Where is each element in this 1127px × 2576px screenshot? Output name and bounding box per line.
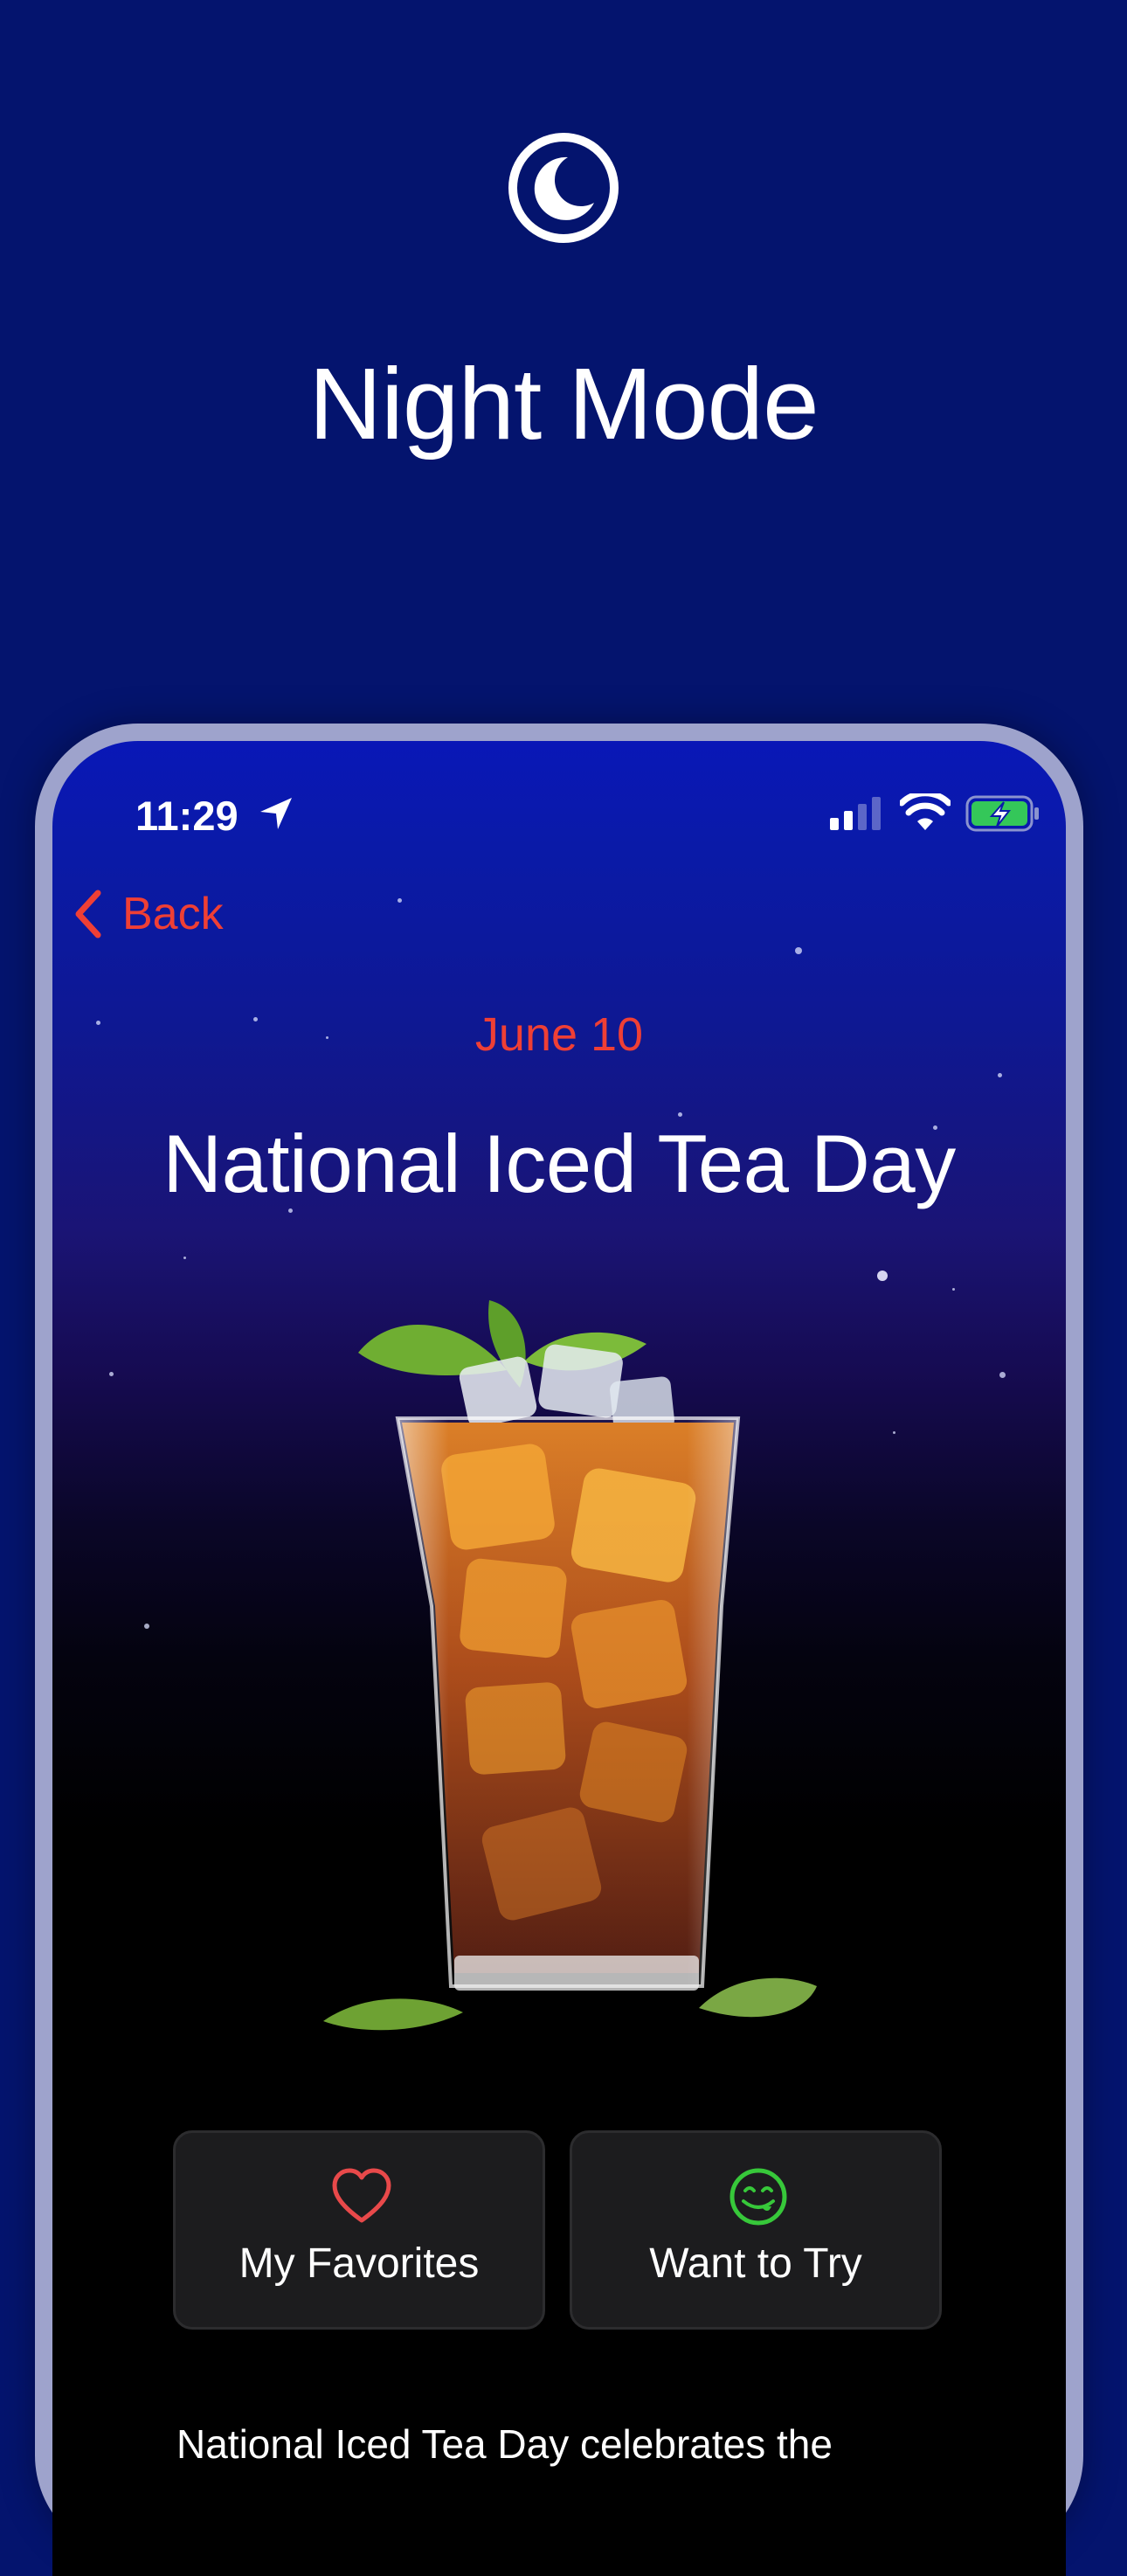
day-title: National Iced Tea Day bbox=[162, 1118, 956, 1209]
status-time: 11:29 bbox=[135, 793, 239, 839]
phone-frame: 11:29 Back June 10 National Iced Tea Day… bbox=[35, 724, 1083, 2576]
moon-icon bbox=[508, 133, 619, 243]
heart-icon bbox=[332, 2168, 391, 2223]
my-favorites-label: My Favorites bbox=[239, 2240, 480, 2287]
promo-headline: Night Mode bbox=[308, 347, 819, 460]
yum-face-icon bbox=[729, 2168, 787, 2226]
iced-tea-image bbox=[323, 1300, 817, 2031]
star bbox=[999, 1372, 1006, 1378]
back-button[interactable]: Back bbox=[70, 881, 224, 947]
want-to-try-button[interactable]: Want to Try bbox=[570, 2130, 942, 2330]
battery-charging-icon bbox=[965, 795, 1039, 832]
star bbox=[893, 1431, 895, 1434]
star bbox=[109, 1372, 114, 1376]
star bbox=[952, 1288, 955, 1291]
want-to-try-label: Want to Try bbox=[649, 2240, 862, 2287]
my-favorites-button[interactable]: My Favorites bbox=[173, 2130, 545, 2330]
star bbox=[998, 1073, 1002, 1077]
star bbox=[183, 1257, 186, 1259]
back-label: Back bbox=[122, 889, 224, 939]
chevron-left-icon bbox=[75, 890, 101, 938]
phone-screen: 11:29 Back June 10 National Iced Tea Day… bbox=[52, 741, 1066, 2576]
date-label: June 10 bbox=[474, 1008, 644, 1061]
signal-icon bbox=[830, 797, 881, 830]
star bbox=[144, 1624, 149, 1629]
description-text: National Iced Tea Day celebrates the bbox=[176, 2421, 833, 2467]
wifi-icon bbox=[900, 793, 951, 830]
location-arrow-icon bbox=[260, 798, 292, 829]
star bbox=[398, 898, 402, 903]
star bbox=[795, 947, 802, 954]
star bbox=[877, 1271, 888, 1281]
